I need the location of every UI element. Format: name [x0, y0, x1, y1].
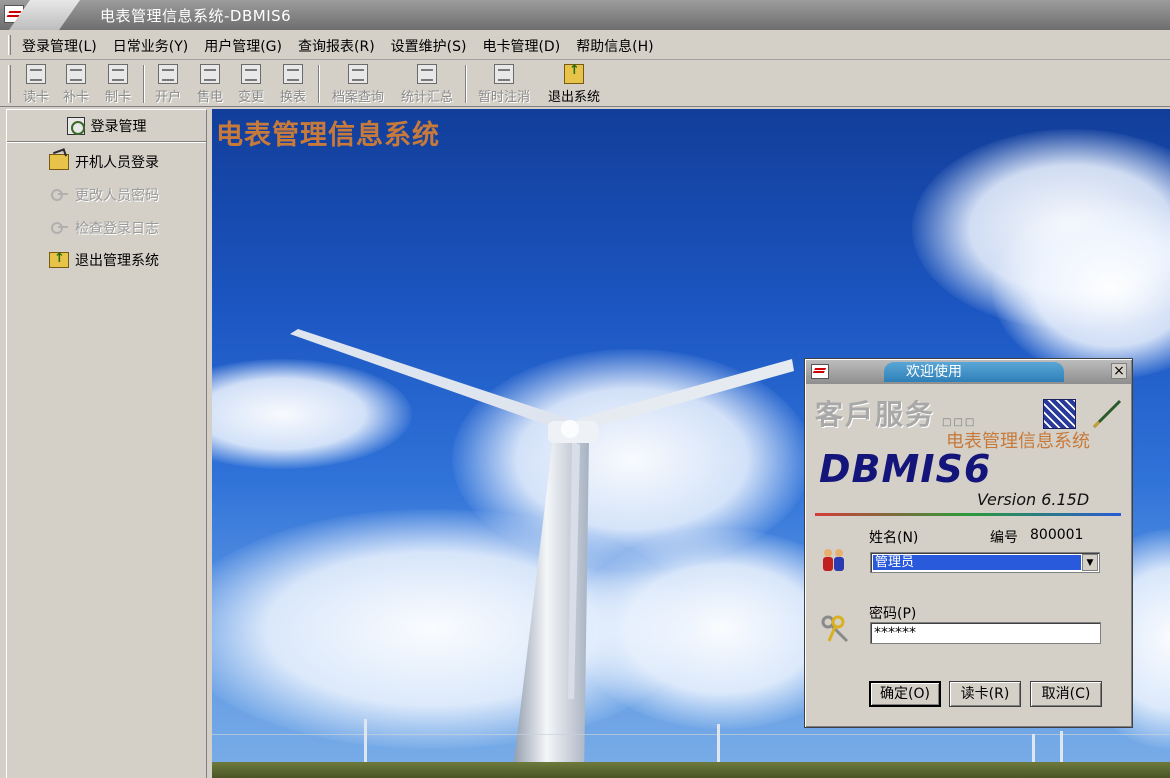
key-icon	[49, 187, 69, 203]
id-label: 编号	[990, 530, 1018, 546]
login-dialog: 欢迎使用 × 客戶服务 □□□ 电表管理信息系统 DBMIS6 Version …	[804, 358, 1133, 728]
toolbar-open-account-button[interactable]: 开户	[150, 64, 186, 105]
sidebar-item-label: 更改人员密码	[75, 188, 159, 204]
keys-icon	[821, 615, 849, 643]
toolbar-reissue-card-button[interactable]: 补卡	[58, 64, 94, 105]
menu-user-management[interactable]: 用户管理(G)	[196, 36, 290, 56]
sell-power-icon	[200, 64, 220, 84]
dialog-close-button[interactable]: ×	[1111, 363, 1127, 379]
login-manager-icon	[66, 116, 85, 135]
system-banner: 电表管理信息系统	[216, 120, 440, 151]
folder-open-icon	[49, 154, 69, 170]
read-card-button[interactable]: 读卡(R)	[949, 681, 1021, 707]
logo-cube-icon	[1043, 399, 1076, 429]
cancel-button[interactable]: 取消(C)	[1030, 681, 1102, 707]
sidebar: 登录管理 开机人员登录 更改人员密码 检查登录日志 退出管理系统	[6, 109, 207, 778]
exit-folder-icon	[564, 63, 584, 84]
logout-temporary-icon	[494, 64, 514, 84]
toolbar-separator	[465, 65, 467, 103]
title-bar[interactable]: 电表管理信息系统-DBMIS6	[0, 0, 1170, 30]
power-line	[212, 734, 1170, 735]
dialog-title: 欢迎使用	[884, 362, 1064, 382]
sidebar-item-label: 开机人员登录	[75, 155, 159, 171]
toolbar-grip[interactable]	[8, 65, 11, 103]
product-version: Version 6.15D	[977, 490, 1090, 509]
toolbar-exit-system-button[interactable]: 退出系统	[542, 63, 606, 105]
menu-settings[interactable]: 设置维护(S)	[383, 36, 475, 56]
dialog-app-icon	[811, 364, 829, 379]
log-check-icon	[49, 220, 69, 236]
change-icon	[241, 64, 261, 84]
menu-help[interactable]: 帮助信息(H)	[568, 36, 661, 56]
card-reader-icon	[26, 64, 46, 84]
archive-search-icon	[348, 64, 368, 84]
password-input[interactable]: ******	[870, 622, 1101, 644]
sidebar-item-label: 退出管理系统	[75, 253, 159, 269]
menu-card-management[interactable]: 电卡管理(D)	[474, 36, 568, 56]
toolbar-sell-power-button[interactable]: 售电	[192, 64, 228, 105]
card-new-icon	[108, 64, 128, 84]
customer-service-text: 客戶服务	[815, 398, 936, 431]
sidebar-item-login-log[interactable]: 检查登录日志	[49, 218, 159, 238]
id-value: 800001	[1030, 527, 1084, 543]
toolbar-separator	[318, 65, 320, 103]
toolbar-archive-query-button[interactable]: 档案查询	[326, 64, 390, 105]
users-icon	[823, 549, 844, 571]
sidebar-header-label: 登录管理	[90, 118, 147, 135]
operator-name-select[interactable]: 管理员 ▼	[870, 552, 1100, 573]
chevron-down-icon[interactable]: ▼	[1082, 554, 1098, 571]
card-copy-icon	[66, 64, 86, 84]
menu-bar: 登录管理(L) 日常业务(Y) 用户管理(G) 查询报表(R) 设置维护(S) …	[0, 30, 1170, 60]
sidebar-item-change-password[interactable]: 更改人员密码	[49, 185, 159, 205]
sidebar-header[interactable]: 登录管理	[7, 110, 206, 142]
password-label: 密码(P)	[869, 606, 917, 622]
sidebar-item-exit-system[interactable]: 退出管理系统	[49, 250, 159, 270]
exit-folder-icon	[49, 251, 69, 268]
sidebar-item-label: 检查登录日志	[75, 221, 159, 237]
menu-login[interactable]: 登录管理(L)	[14, 36, 105, 56]
name-label: 姓名(N)	[869, 530, 919, 546]
ground	[212, 762, 1170, 778]
replace-meter-icon	[283, 64, 303, 84]
ok-button[interactable]: 确定(O)	[869, 681, 941, 707]
operator-name-value: 管理员	[873, 555, 1081, 570]
pen-icon	[1092, 399, 1122, 429]
divider-line	[815, 513, 1121, 516]
statistics-icon	[417, 64, 437, 84]
dialog-title-bar[interactable]: 欢迎使用 ×	[806, 360, 1131, 384]
window-title: 电表管理信息系统-DBMIS6	[100, 7, 292, 25]
toolbar-separator	[143, 65, 145, 103]
toolbar-change-button[interactable]: 变更	[233, 64, 269, 105]
menu-query-reports[interactable]: 查询报表(R)	[290, 36, 383, 56]
menu-daily-business[interactable]: 日常业务(Y)	[105, 36, 196, 56]
toolbar: 读卡 补卡 制卡 开户 售电 变更 换表 档案查询 统计汇总 暂时注消 退出系统	[0, 61, 1170, 107]
product-brand: DBMIS6	[819, 447, 992, 491]
toolbar-replace-meter-button[interactable]: 换表	[275, 64, 311, 105]
toolbar-read-card-button[interactable]: 读卡	[18, 64, 54, 105]
toolbar-make-card-button[interactable]: 制卡	[100, 64, 136, 105]
menu-grip[interactable]	[8, 35, 11, 55]
toolbar-statistics-button[interactable]: 统计汇总	[395, 64, 459, 105]
sidebar-item-operator-login[interactable]: 开机人员登录	[49, 152, 159, 172]
open-account-icon	[158, 64, 178, 84]
toolbar-temporary-logout-button[interactable]: 暂时注消	[472, 64, 536, 105]
